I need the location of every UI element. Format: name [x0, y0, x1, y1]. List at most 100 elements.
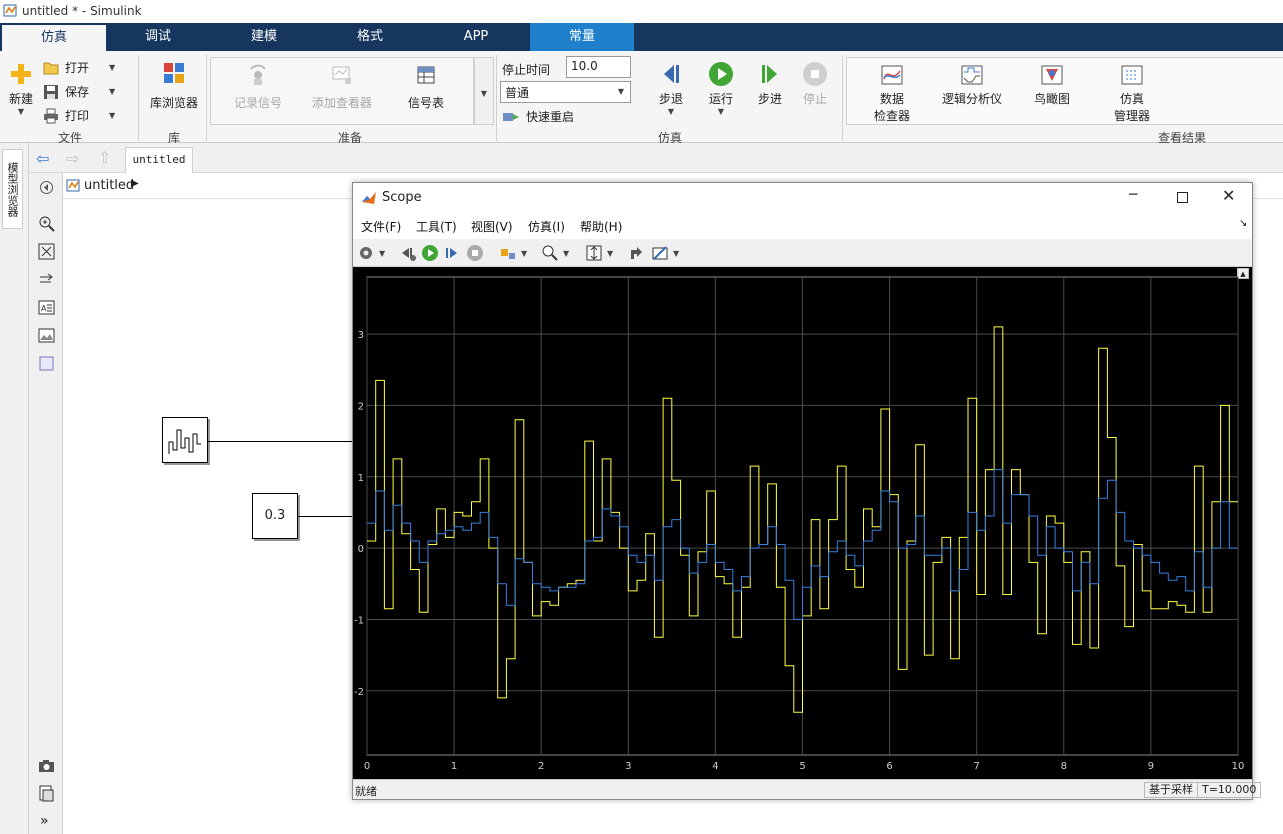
y-tick-label: 1 — [358, 473, 364, 484]
area-icon[interactable] — [38, 355, 55, 372]
open-button[interactable]: 打开 ▼ — [43, 59, 115, 76]
chevron-down-icon[interactable]: ▼ — [607, 249, 613, 258]
step-back-button[interactable]: 步退 ▼ — [652, 61, 690, 116]
x-tick-label: 6 — [886, 761, 892, 772]
scope-plot-area[interactable]: ▲ 0 1 2 3 4 5 6 7 8 9 10 -2 -1 0 1 2 3 — [353, 267, 1252, 779]
canvas-toolbar: A » — [29, 173, 63, 834]
chevron-down-icon[interactable]: ▼ — [521, 249, 527, 258]
menu-help[interactable]: 帮助(H) — [580, 218, 622, 235]
tab-apps[interactable]: APP — [424, 23, 528, 51]
step-forward-icon[interactable] — [443, 244, 461, 262]
menu-tools[interactable]: 工具(T) — [416, 218, 457, 235]
sim-mode-select[interactable]: 普通 ▼ — [500, 81, 631, 103]
tab-debug[interactable]: 调试 — [106, 23, 210, 51]
maximize-icon[interactable] — [1177, 192, 1188, 203]
divider — [842, 55, 843, 141]
autoscale-icon[interactable] — [585, 244, 603, 262]
undock-arrow-icon[interactable]: ↘ — [1239, 218, 1247, 229]
step-forward-icon — [762, 65, 777, 83]
signal-table-button[interactable]: 信号表 — [396, 63, 456, 111]
tab-simulation[interactable]: 仿真 — [2, 25, 106, 51]
stop-time-label: 停止时间 — [502, 63, 551, 77]
random-number-block[interactable] — [162, 417, 208, 463]
data-inspector-button[interactable]: 数据 检查器 — [866, 63, 918, 124]
tab-modeling[interactable]: 建模 — [212, 23, 316, 51]
fast-restart-icon — [503, 112, 519, 121]
print-label: 打印 — [65, 109, 90, 123]
gallery-expand-button[interactable]: ▼ — [474, 57, 494, 125]
step-back-icon[interactable] — [399, 244, 417, 262]
constant-block[interactable]: 0.3 — [252, 493, 298, 539]
style-icon[interactable] — [627, 244, 645, 262]
back-arrow-icon[interactable]: ⇦ — [36, 149, 49, 168]
divider — [138, 55, 139, 141]
run-icon[interactable] — [421, 244, 439, 262]
ribbon: 新建 ▼ 打开 ▼ 保存 ▼ 打印 ▼ 文件 库浏览器 库 记录信号 添加查看器 — [0, 51, 1283, 145]
scope-window: Scope ─ ✕ 文件(F) 工具(T) 视图(V) 仿真(I) 帮助(H) … — [352, 182, 1262, 800]
property-inspector-icon[interactable] — [38, 785, 55, 802]
annotation-icon[interactable]: A — [38, 299, 55, 316]
scope-title: Scope — [382, 190, 422, 205]
menu-view[interactable]: 视图(V) — [471, 218, 513, 235]
image-icon[interactable] — [38, 327, 55, 344]
signal-line[interactable] — [298, 516, 353, 517]
highlight-block-icon[interactable] — [499, 244, 517, 262]
model-tab[interactable]: untitled — [125, 147, 193, 173]
chevron-down-icon[interactable]: ▼ — [563, 249, 569, 258]
breadcrumb-model[interactable]: untitled — [84, 178, 134, 193]
chevron-down-icon[interactable]: ▼ — [673, 249, 679, 258]
minimize-icon[interactable]: ─ — [1129, 187, 1137, 203]
hide-explorer-icon[interactable] — [38, 179, 55, 196]
expand-icon[interactable]: » — [40, 813, 49, 829]
add-viewer-button[interactable]: 添加查看器 — [306, 63, 378, 111]
tab-constant[interactable]: 常量 — [530, 23, 634, 51]
step-forward-button[interactable]: 步进 — [752, 61, 788, 107]
menu-file[interactable]: 文件(F) — [361, 218, 401, 235]
stop-label: 停止 — [802, 92, 827, 106]
chevron-down-icon[interactable]: ▼ — [379, 249, 385, 258]
x-tick-label: 0 — [364, 761, 370, 772]
tab-format[interactable]: 格式 — [318, 23, 422, 51]
chevron-down-icon: ▼ — [17, 107, 25, 116]
forward-arrow-icon[interactable]: ⇨ — [66, 149, 79, 168]
sim-manager-icon — [1121, 65, 1143, 85]
fit-to-view-icon[interactable] — [38, 243, 55, 260]
run-label: 运行 — [708, 92, 733, 106]
menu-simulation[interactable]: 仿真(I) — [528, 218, 565, 235]
library-browser-label: 库浏览器 — [149, 96, 198, 110]
print-button[interactable]: 打印 ▼ — [43, 107, 115, 124]
new-button[interactable]: 新建 ▼ — [4, 61, 38, 116]
zoom-icon[interactable] — [38, 215, 55, 232]
measurements-icon[interactable] — [651, 244, 669, 262]
step-back-icon — [664, 65, 679, 83]
close-icon[interactable]: ✕ — [1222, 186, 1235, 205]
model-browser-tab[interactable]: 模型浏览器 — [2, 149, 23, 229]
up-arrow-icon[interactable]: ⇧ — [98, 148, 111, 167]
ribbon-tab-bar: 仿真 调试 建模 格式 APP 常量 — [0, 23, 1283, 51]
sim-manager-button[interactable]: 仿真 管理器 — [1104, 63, 1160, 124]
run-button[interactable]: 运行 ▼ — [702, 61, 740, 116]
table-icon — [417, 66, 435, 84]
stop-button[interactable]: 停止 — [798, 61, 832, 107]
stop-icon[interactable] — [466, 244, 484, 262]
camera-icon[interactable] — [38, 757, 55, 774]
save-button[interactable]: 保存 ▼ — [43, 83, 115, 100]
breadcrumb-arrow-icon[interactable]: ▶ — [131, 178, 139, 189]
zoom-in-icon[interactable] — [541, 244, 559, 262]
x-tick-label: 8 — [1061, 761, 1067, 772]
signal-line[interactable] — [208, 441, 353, 442]
fast-restart-button[interactable]: 快速重启 — [502, 108, 574, 125]
library-browser-button[interactable]: 库浏览器 — [144, 61, 204, 111]
x-tick-label: 7 — [974, 761, 980, 772]
logic-analyzer-button[interactable]: 逻辑分析仪 — [938, 63, 1006, 107]
status-time: T=10.000 — [1197, 782, 1262, 798]
record-signal-button[interactable]: 记录信号 — [226, 63, 290, 111]
title-bar: untitled * - Simulink — [0, 0, 1283, 23]
arrow-right-icon[interactable] — [38, 271, 55, 288]
settings-gear-icon[interactable] — [357, 244, 375, 262]
y-tick-label: -1 — [354, 615, 364, 626]
birdseye-icon — [1041, 65, 1063, 85]
birdseye-button[interactable]: 鸟瞰图 — [1026, 63, 1078, 107]
new-label: 新建 — [8, 92, 33, 106]
stop-time-input[interactable]: 10.0 — [566, 56, 631, 78]
